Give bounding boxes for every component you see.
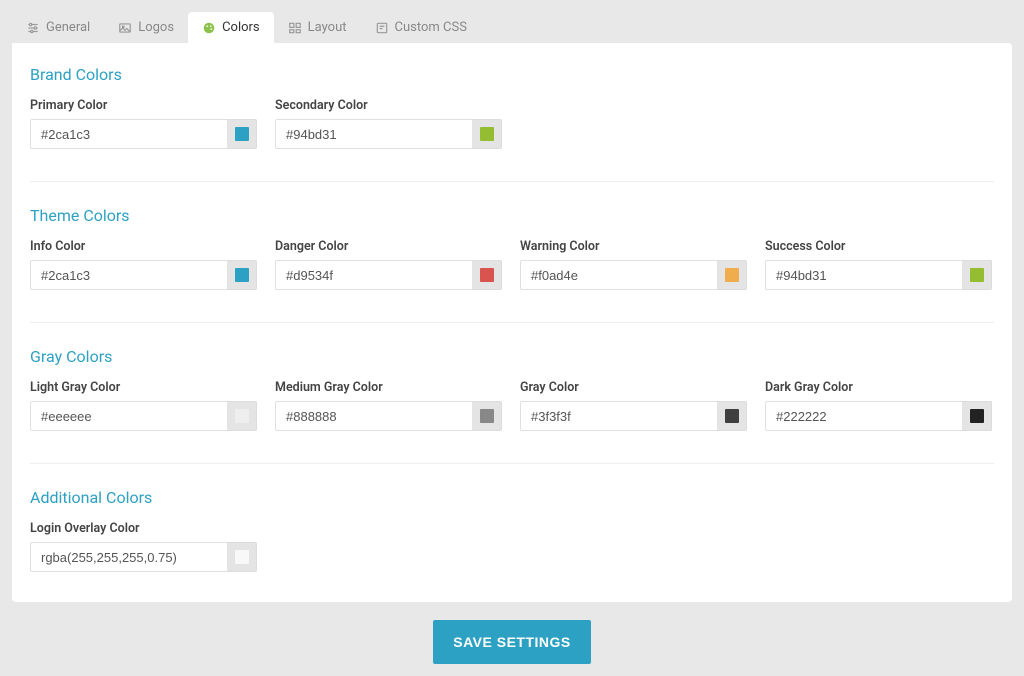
dark-gray-color-input[interactable] — [765, 401, 962, 431]
field-warning-color: Warning Color — [520, 239, 747, 290]
field-medium-gray-color: Medium Gray Color — [275, 380, 502, 431]
tab-label: Colors — [222, 20, 260, 35]
gray-swatch-button[interactable] — [717, 401, 747, 431]
tab-layout[interactable]: Layout — [274, 12, 361, 43]
success-color-swatch-button[interactable] — [962, 260, 992, 290]
field-label: Danger Color — [275, 239, 502, 254]
tab-colors[interactable]: Colors — [188, 12, 274, 43]
primary-color-input[interactable] — [30, 119, 227, 149]
light-gray-swatch-button[interactable] — [227, 401, 257, 431]
field-label: Success Color — [765, 239, 992, 254]
section-title: Additional Colors — [30, 488, 994, 507]
divider — [30, 463, 994, 464]
field-login-overlay-color: Login Overlay Color — [30, 521, 257, 572]
field-gray-color: Gray Color — [520, 380, 747, 431]
field-label: Login Overlay Color — [30, 521, 257, 536]
settings-panel: Brand Colors Primary Color Secondary Col… — [12, 43, 1012, 602]
field-secondary-color: Secondary Color — [275, 98, 502, 149]
save-settings-button[interactable]: SAVE SETTINGS — [433, 620, 590, 664]
color-swatch — [970, 409, 984, 423]
field-label: Primary Color — [30, 98, 257, 113]
gray-color-input[interactable] — [520, 401, 717, 431]
section-additional-colors: Additional Colors Login Overlay Color — [30, 488, 994, 572]
warning-color-input[interactable] — [520, 260, 717, 290]
color-swatch — [970, 268, 984, 282]
field-dark-gray-color: Dark Gray Color — [765, 380, 992, 431]
field-info-color: Info Color — [30, 239, 257, 290]
medium-gray-swatch-button[interactable] — [472, 401, 502, 431]
field-label: Warning Color — [520, 239, 747, 254]
css-icon — [375, 21, 389, 35]
section-title: Theme Colors — [30, 206, 994, 225]
medium-gray-color-input[interactable] — [275, 401, 472, 431]
field-primary-color: Primary Color — [30, 98, 257, 149]
color-swatch — [480, 409, 494, 423]
field-label: Secondary Color — [275, 98, 502, 113]
light-gray-color-input[interactable] — [30, 401, 227, 431]
dark-gray-swatch-button[interactable] — [962, 401, 992, 431]
info-color-swatch-button[interactable] — [227, 260, 257, 290]
color-swatch — [480, 268, 494, 282]
divider — [30, 181, 994, 182]
tab-label: General — [46, 20, 90, 35]
login-overlay-swatch-button[interactable] — [227, 542, 257, 572]
color-swatch — [480, 127, 494, 141]
section-title: Brand Colors — [30, 65, 994, 84]
image-icon — [118, 21, 132, 35]
sliders-icon — [26, 21, 40, 35]
divider — [30, 322, 994, 323]
warning-color-swatch-button[interactable] — [717, 260, 747, 290]
danger-color-swatch-button[interactable] — [472, 260, 502, 290]
section-brand-colors: Brand Colors Primary Color Secondary Col… — [30, 65, 994, 149]
field-label: Light Gray Color — [30, 380, 257, 395]
tabs-bar: General Logos Colors Layout Custom CSS — [12, 12, 1012, 43]
tab-label: Logos — [138, 20, 174, 35]
secondary-color-swatch-button[interactable] — [472, 119, 502, 149]
success-color-input[interactable] — [765, 260, 962, 290]
color-swatch — [725, 409, 739, 423]
field-label: Info Color — [30, 239, 257, 254]
actions-row: SAVE SETTINGS — [12, 620, 1012, 664]
tab-label: Custom CSS — [395, 20, 467, 35]
info-color-input[interactable] — [30, 260, 227, 290]
color-swatch — [235, 409, 249, 423]
field-danger-color: Danger Color — [275, 239, 502, 290]
palette-icon — [202, 21, 216, 35]
color-swatch — [235, 127, 249, 141]
field-label: Gray Color — [520, 380, 747, 395]
login-overlay-color-input[interactable] — [30, 542, 227, 572]
primary-color-swatch-button[interactable] — [227, 119, 257, 149]
tab-label: Layout — [308, 20, 347, 35]
tab-custom-css[interactable]: Custom CSS — [361, 12, 481, 43]
tab-general[interactable]: General — [12, 12, 104, 43]
layout-icon — [288, 21, 302, 35]
secondary-color-input[interactable] — [275, 119, 472, 149]
field-success-color: Success Color — [765, 239, 992, 290]
section-gray-colors: Gray Colors Light Gray Color Medium Gray… — [30, 347, 994, 431]
section-title: Gray Colors — [30, 347, 994, 366]
section-theme-colors: Theme Colors Info Color Danger Color War… — [30, 206, 994, 290]
color-swatch — [235, 550, 249, 564]
tab-logos[interactable]: Logos — [104, 12, 188, 43]
field-light-gray-color: Light Gray Color — [30, 380, 257, 431]
color-swatch — [235, 268, 249, 282]
field-label: Medium Gray Color — [275, 380, 502, 395]
color-swatch — [725, 268, 739, 282]
field-label: Dark Gray Color — [765, 380, 992, 395]
danger-color-input[interactable] — [275, 260, 472, 290]
